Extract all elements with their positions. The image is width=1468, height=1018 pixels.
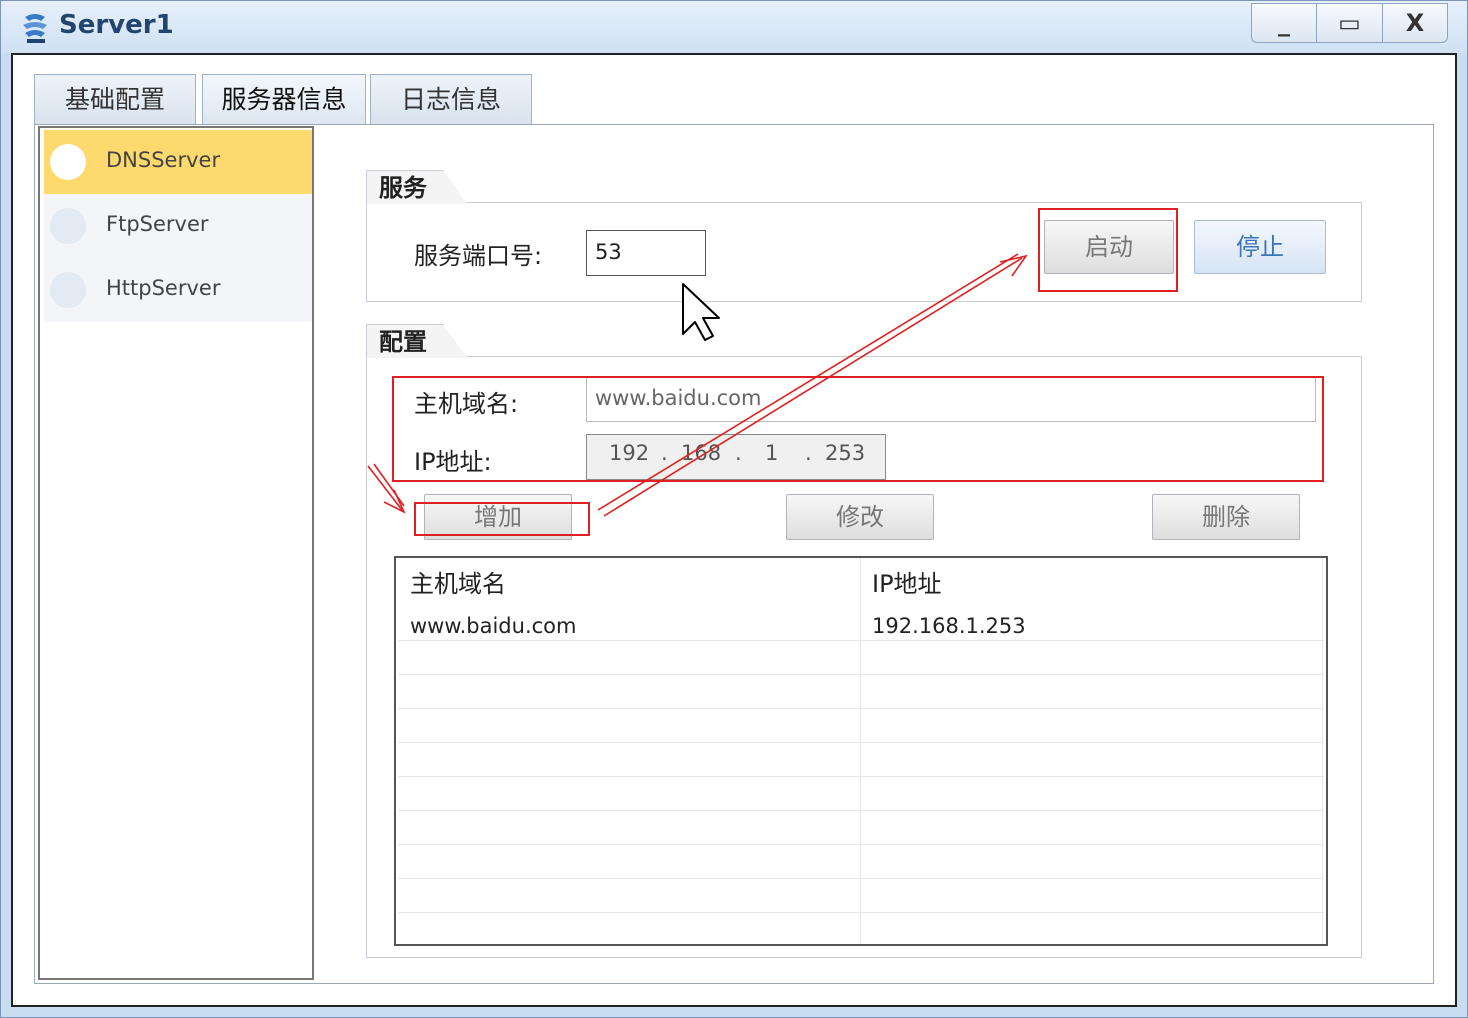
ip-dot: . <box>805 441 812 465</box>
ip-address-input[interactable]: 192 . 168 . 1 . 253 <box>586 434 886 480</box>
tab-basic-config[interactable]: 基础配置 <box>34 74 196 124</box>
cell-ip[interactable]: 192.168.1.253 <box>872 614 1026 638</box>
maximize-button[interactable]: ▭ <box>1316 3 1383 43</box>
row-divider <box>398 776 1324 777</box>
row-divider <box>398 742 1324 743</box>
ip-octet-2: 168 <box>681 441 722 465</box>
list-item-dnsserver[interactable]: DNSServer <box>44 130 312 194</box>
ip-octet-3: 1 <box>765 441 779 465</box>
list-item-label: FtpServer <box>106 212 209 236</box>
ip-octet-1: 192 <box>609 441 650 465</box>
minimize-icon: _ <box>1278 9 1290 37</box>
tab-log-info[interactable]: 日志信息 <box>370 74 532 124</box>
port-input[interactable]: 53 <box>586 230 706 276</box>
title-bar[interactable]: Server1 _ ▭ X <box>1 1 1467 53</box>
window-title: Server1 <box>59 10 174 40</box>
ip-label: IP地址: <box>414 448 492 476</box>
row-divider <box>398 708 1324 709</box>
host-input[interactable]: www.baidu.com <box>586 376 1316 422</box>
server-type-list: DNSServer FtpServer HttpServer <box>38 126 314 980</box>
list-item-label: DNSServer <box>106 148 221 172</box>
status-dot-icon <box>50 272 86 308</box>
stop-button[interactable]: 停止 <box>1194 220 1326 274</box>
ip-dot: . <box>735 441 742 465</box>
row-divider <box>398 878 1324 879</box>
minimize-button[interactable]: _ <box>1251 3 1317 43</box>
ip-dot: . <box>661 441 668 465</box>
tab-server-info[interactable]: 服务器信息 <box>202 74 366 124</box>
row-divider <box>398 640 1324 641</box>
status-dot-icon <box>50 144 86 180</box>
row-divider <box>398 912 1324 913</box>
status-dot-icon <box>50 208 86 244</box>
close-icon: X <box>1405 9 1425 37</box>
list-item-label: HttpServer <box>106 276 221 300</box>
service-group-title: 服务 <box>366 170 467 204</box>
start-button[interactable]: 启动 <box>1044 220 1174 274</box>
row-divider <box>398 810 1324 811</box>
port-label: 服务端口号: <box>414 242 543 270</box>
add-button[interactable]: 增加 <box>424 494 572 540</box>
config-group-title: 配置 <box>366 324 467 358</box>
delete-button[interactable]: 删除 <box>1152 494 1300 540</box>
row-divider <box>398 674 1324 675</box>
list-item-ftpserver[interactable]: FtpServer <box>44 194 312 258</box>
column-divider <box>1322 558 1323 944</box>
close-button[interactable]: X <box>1382 3 1448 43</box>
column-header-ip[interactable]: IP地址 <box>872 564 942 599</box>
host-label: 主机域名: <box>414 390 519 418</box>
cell-host[interactable]: www.baidu.com <box>410 614 576 638</box>
row-divider <box>398 844 1324 845</box>
list-item-httpserver[interactable]: HttpServer <box>44 258 312 322</box>
dns-records-table: 主机域名 IP地址 www.baidu.com 192.168.1.253 <box>394 556 1328 946</box>
ip-octet-4: 253 <box>825 441 866 465</box>
modify-button[interactable]: 修改 <box>786 494 934 540</box>
app-logo-icon <box>23 14 47 43</box>
column-header-host[interactable]: 主机域名 <box>410 564 506 599</box>
column-divider <box>860 558 861 944</box>
maximize-icon: ▭ <box>1338 9 1361 37</box>
